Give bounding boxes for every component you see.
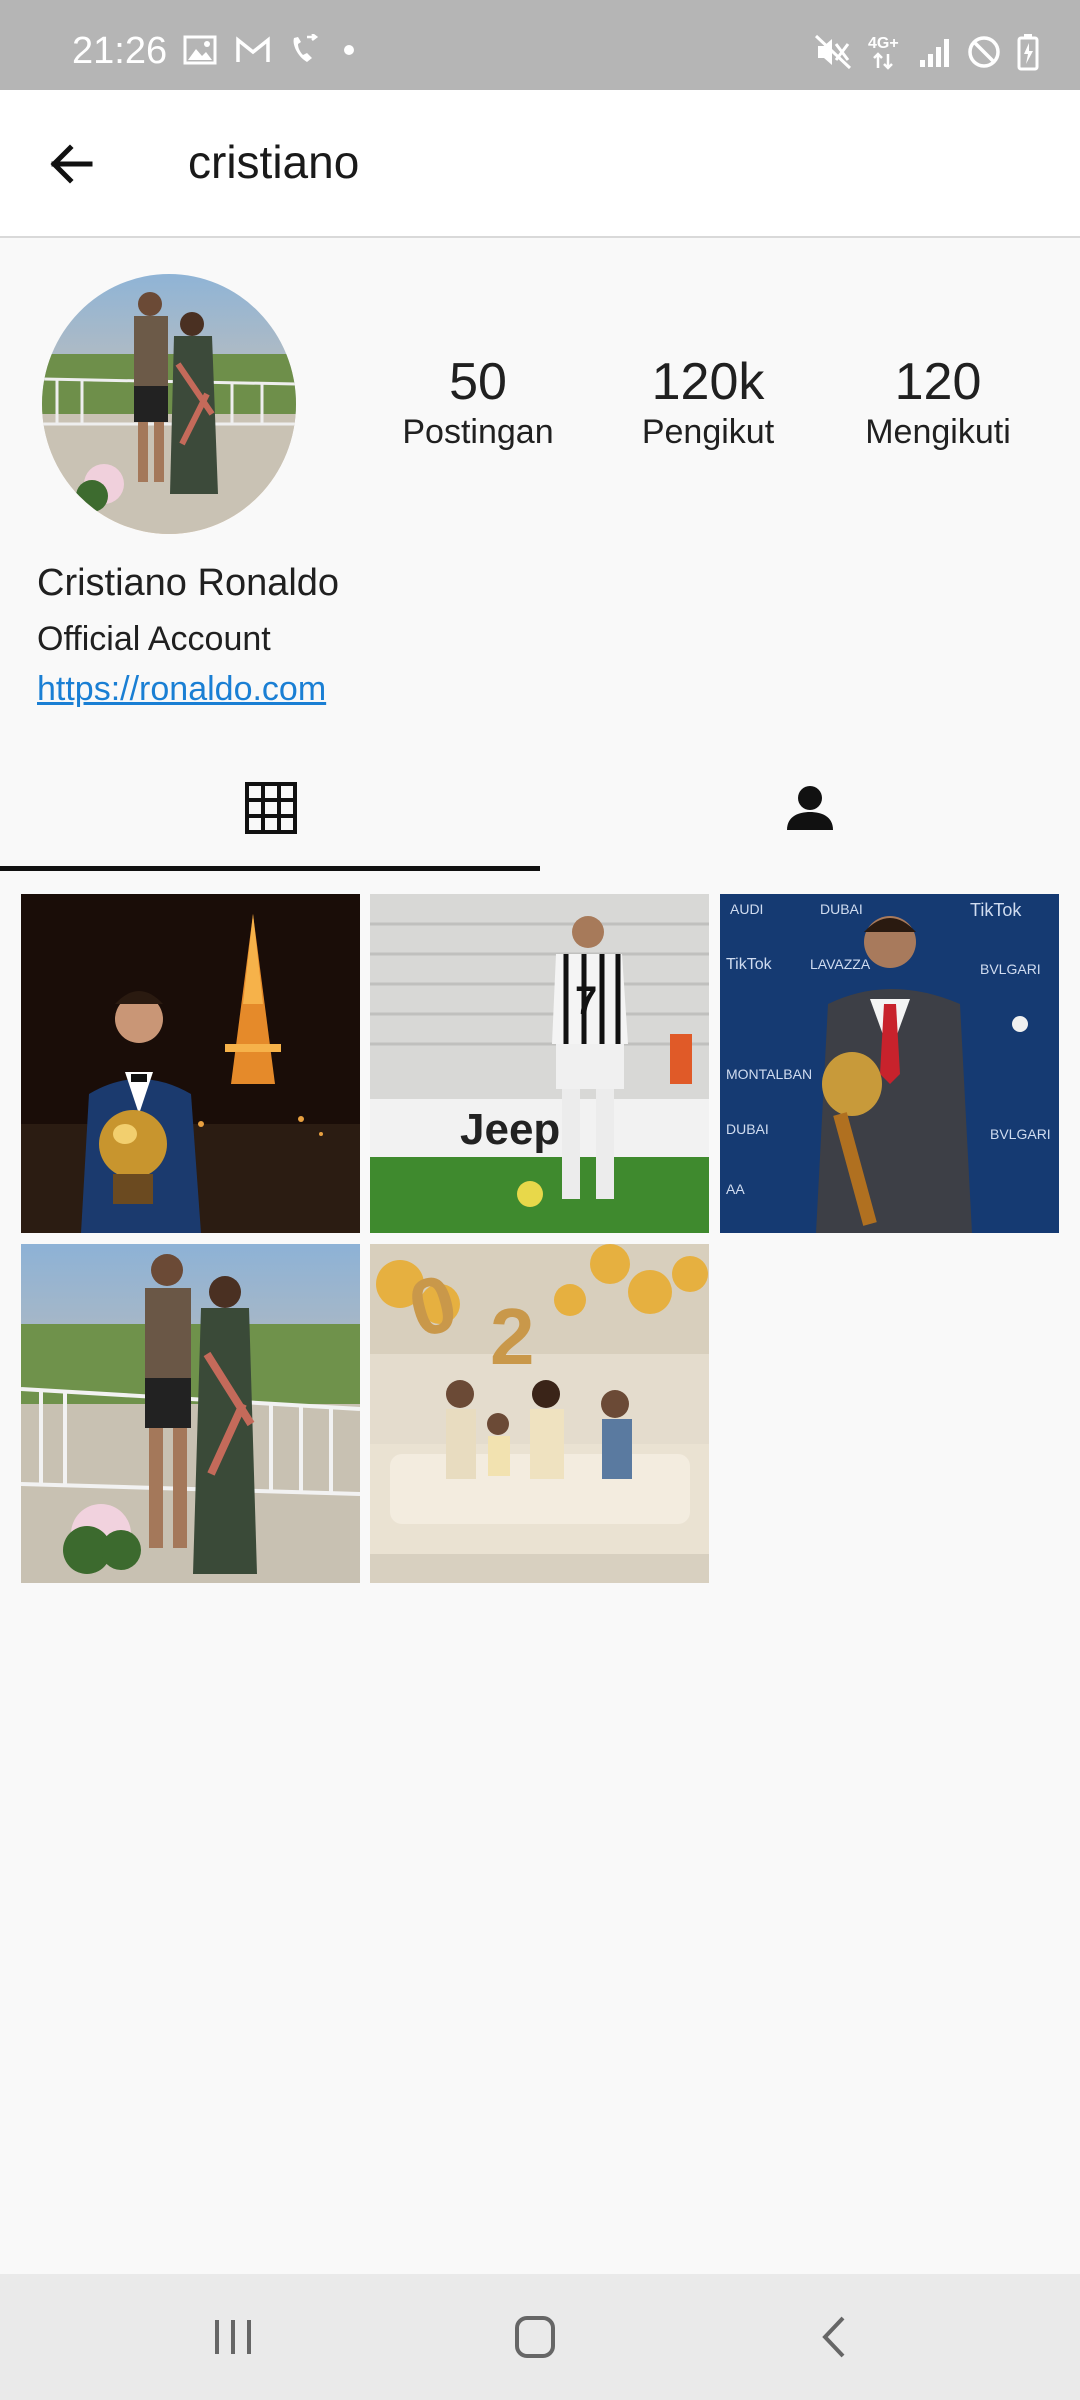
nav-home-button[interactable] xyxy=(495,2304,575,2370)
network-4g-icon: 4G+ xyxy=(868,35,899,70)
arrow-back-icon xyxy=(50,144,93,184)
mute-icon xyxy=(814,34,852,70)
person-tag-icon xyxy=(787,786,833,830)
status-time: 21:26 xyxy=(72,30,168,72)
svg-text:DUBAI: DUBAI xyxy=(726,1121,769,1137)
svg-text:DUBAI: DUBAI xyxy=(820,901,863,917)
post-globe-soccer-award[interactable]: AUDI DUBAI TikTok TikTok LAVAZZA BVLGARI MON… xyxy=(720,894,1059,1233)
recents-icon xyxy=(215,2320,251,2354)
tab-grid[interactable] xyxy=(0,760,540,870)
stat-followers-value: 120k xyxy=(651,353,765,411)
home-icon xyxy=(515,2316,555,2358)
avatar[interactable] xyxy=(42,274,296,534)
profile-link[interactable]: https://ronaldo.com xyxy=(37,670,326,709)
svg-text:2: 2 xyxy=(490,1292,535,1381)
battery-charging-icon xyxy=(1017,34,1039,71)
tab-indicator xyxy=(0,866,540,871)
post-sunset-terrace[interactable] xyxy=(21,1244,360,1583)
post-family-celebration[interactable]: 0 2 xyxy=(370,1244,709,1583)
stat-following-label: Mengikuti xyxy=(865,413,1011,451)
network-label: 4G+ xyxy=(868,35,899,52)
stat-following-value: 120 xyxy=(894,353,982,411)
app-bar: cristiano xyxy=(0,90,1080,238)
post-ballon-dor-paris[interactable] xyxy=(21,894,360,1233)
system-nav-bar xyxy=(0,2274,1080,2400)
svg-text:AA: AA xyxy=(726,1181,745,1197)
svg-text:LAVAZZA: LAVAZZA xyxy=(810,956,871,972)
svg-text:Jeep: Jeep xyxy=(460,1105,560,1154)
stat-followers-label: Pengikut xyxy=(641,413,775,451)
avatar-photo xyxy=(42,274,296,534)
svg-text:7: 7 xyxy=(575,979,597,1023)
post-juventus-match[interactable]: Jeep 7 xyxy=(370,894,709,1233)
status-icons-right: 4G+ xyxy=(814,32,1040,72)
signal-icon xyxy=(920,39,949,67)
tab-tagged[interactable] xyxy=(540,760,1080,870)
svg-text:MONTALBAN: MONTALBAN xyxy=(726,1066,812,1082)
profile-bio: Official Account xyxy=(37,620,271,658)
gmail-icon xyxy=(236,36,270,62)
nav-recents-button[interactable] xyxy=(193,2304,273,2370)
nav-back-button[interactable] xyxy=(797,2304,877,2370)
svg-text:TikTok: TikTok xyxy=(970,900,1022,920)
svg-text:BVLGARI: BVLGARI xyxy=(990,1126,1051,1142)
stat-followers[interactable]: 120k Pengikut xyxy=(603,352,813,452)
dot-icon xyxy=(344,45,354,55)
phone-forward-icon xyxy=(293,34,319,62)
svg-text:AUDI: AUDI xyxy=(730,901,763,917)
profile-name: Cristiano Ronaldo xyxy=(37,562,340,604)
svg-text:BVLGARI: BVLGARI xyxy=(980,961,1041,977)
image-icon xyxy=(183,35,217,65)
stat-following[interactable]: 120 Mengikuti xyxy=(833,352,1043,452)
status-bar: 21:26 4G+ xyxy=(0,0,1080,90)
page-title: cristiano xyxy=(188,136,360,188)
back-icon xyxy=(822,2316,845,2358)
stat-posts-label: Postingan xyxy=(402,413,554,451)
grid-icon xyxy=(245,782,297,834)
stat-posts-value: 50 xyxy=(449,353,507,411)
status-icons-left xyxy=(183,34,361,66)
back-button[interactable] xyxy=(40,136,108,192)
svg-text:TikTok: TikTok xyxy=(726,956,773,973)
dnd-icon xyxy=(968,36,1000,68)
stat-posts[interactable]: 50 Postingan xyxy=(373,352,583,452)
